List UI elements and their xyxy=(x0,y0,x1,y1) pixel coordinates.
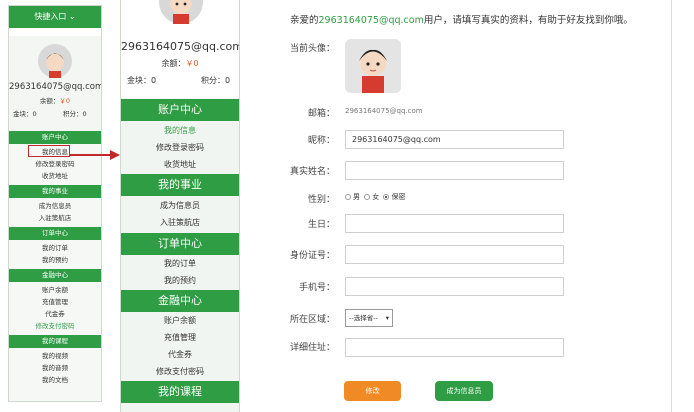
nickname-label: 昵称： xyxy=(307,136,335,146)
quick-entry-label: 快捷入口 xyxy=(34,12,67,21)
welcome-message: 亲爱的2963164075@qq.com用户，请填写真实的资料，有助于好友找到你… xyxy=(290,12,633,26)
mini-nav-item[interactable]: 收货地址 xyxy=(9,170,101,182)
mini-nav-item[interactable]: 我的文档 xyxy=(9,374,101,386)
mini-nav-item[interactable]: 修改支付密码 xyxy=(9,320,101,332)
mini-profile-card: 2963164075@qq.com 余额：￥0 金块：0 积分：0 xyxy=(9,36,101,132)
sidebar-item-pay-password[interactable]: 修改支付密码 xyxy=(121,363,239,380)
become-informant-button[interactable]: 成为信息员 xyxy=(435,381,493,401)
mini-nav-item[interactable]: 成为信息员 xyxy=(9,200,101,212)
highlight-box xyxy=(28,145,70,157)
mini-nav-item[interactable]: 代金券 xyxy=(9,308,101,320)
region-select[interactable]: --选择省-- ▾ xyxy=(345,309,393,327)
quick-entry-button[interactable]: 快捷入口 ⌄ xyxy=(9,6,101,28)
gender-female-label: 女 xyxy=(372,193,380,201)
sidebar-balance: 余额：￥0 xyxy=(121,58,239,69)
nav-header-finance: 金融中心 xyxy=(121,290,239,312)
nav-header-career: 我的事业 xyxy=(121,174,239,196)
nav-header-courses: 我的课程 xyxy=(121,381,239,403)
realname-input[interactable] xyxy=(345,161,564,180)
mini-nav-header: 账户中心 xyxy=(9,131,101,144)
mini-nav-item[interactable]: 入驻策航店 xyxy=(9,212,101,224)
region-select-value: --选择省-- xyxy=(349,314,378,322)
balance-label: 余额： xyxy=(161,59,186,68)
mini-nav-item[interactable]: 账户余额 xyxy=(9,284,101,296)
content-border xyxy=(671,0,672,412)
gender-secret-label: 保密 xyxy=(391,193,406,201)
email-label: 邮箱： xyxy=(307,109,335,119)
mini-nav-item[interactable]: 我的订单 xyxy=(9,242,101,254)
avatar-label: 当前头像： xyxy=(289,44,335,54)
mini-nav-header: 我的事业 xyxy=(9,185,101,198)
mini-nav-item[interactable]: 我的视频 xyxy=(9,350,101,362)
gender-label: 性别： xyxy=(307,195,335,205)
sidebar-item-my-info[interactable]: 我的信息 xyxy=(121,122,239,139)
mini-sidebar-preview: 快捷入口 ⌄ 2963164075@qq.com 余额：￥0 金块：0 积分：0… xyxy=(8,5,102,402)
chevron-down-icon: ▾ xyxy=(385,314,389,322)
phone-input[interactable] xyxy=(345,277,564,296)
gender-male-radio[interactable] xyxy=(345,194,351,200)
birthday-label: 生日： xyxy=(307,220,335,230)
sidebar-avatar xyxy=(159,0,203,24)
address-label: 详细住址： xyxy=(289,343,335,353)
mini-nav-item[interactable]: 我的预约 xyxy=(9,254,101,266)
sidebar: 2963164075@qq.com 余额：￥0 金块：0 积分：0 账户中心 我… xyxy=(120,0,240,412)
balance-value: ￥0 xyxy=(185,59,199,68)
region-label: 所在区域： xyxy=(289,315,335,325)
mini-nav-item[interactable]: 充值管理 xyxy=(9,296,101,308)
sidebar-points: 积分：0 xyxy=(201,76,231,85)
mini-nav-header: 订单中心 xyxy=(9,227,101,240)
nav-header-account: 账户中心 xyxy=(121,99,239,121)
sidebar-item-my-appointments[interactable]: 我的预约 xyxy=(121,272,239,289)
mini-nav-item[interactable]: 我的音频 xyxy=(9,362,101,374)
current-avatar[interactable] xyxy=(345,39,401,93)
idcard-input[interactable] xyxy=(345,245,564,264)
gender-male-label: 男 xyxy=(353,193,360,201)
gender-options: 男 女 保密 xyxy=(343,192,405,202)
mini-points: 积分：0 xyxy=(63,110,87,118)
phone-label: 手机号： xyxy=(298,283,335,293)
mini-avatar xyxy=(38,44,72,78)
sidebar-email: 2963164075@qq.com xyxy=(121,40,240,53)
email-value: 2963164075@qq.com xyxy=(345,107,423,115)
mini-balance: 余额：￥0 xyxy=(9,95,101,105)
sidebar-item-join-store[interactable]: 入驻策航店 xyxy=(121,214,239,231)
mini-coin: 金块：0 xyxy=(13,110,37,118)
nav-header-orders: 订单中心 xyxy=(121,233,239,255)
nickname-input[interactable]: 2963164075@qq.com xyxy=(345,130,564,149)
idcard-label: 身份证号： xyxy=(289,251,335,261)
sidebar-coin: 金块：0 xyxy=(127,76,157,85)
address-input[interactable] xyxy=(345,338,564,357)
sidebar-item-address[interactable]: 收货地址 xyxy=(121,156,239,173)
avatar-image xyxy=(359,49,387,93)
mini-email: 2963164075@qq.com xyxy=(9,82,102,92)
pointer-arrow-icon xyxy=(70,150,120,160)
birthday-input[interactable] xyxy=(345,214,564,233)
welcome-email: 2963164075@qq.com xyxy=(318,15,424,26)
sidebar-item-my-orders[interactable]: 我的订单 xyxy=(121,255,239,272)
gender-secret-radio[interactable] xyxy=(383,194,390,200)
sidebar-item-recharge[interactable]: 充值管理 xyxy=(121,329,239,346)
sidebar-item-balance[interactable]: 账户余额 xyxy=(121,312,239,329)
gender-female-radio[interactable] xyxy=(364,194,371,200)
welcome-suffix: 用户，请填写真实的资料，有助于好友找到你哦。 xyxy=(423,15,633,26)
save-button[interactable]: 修改 xyxy=(344,381,401,401)
welcome-prefix: 亲爱的 xyxy=(290,15,319,26)
mini-balance-value: ￥0 xyxy=(59,97,71,105)
realname-label: 真实姓名： xyxy=(289,167,335,177)
sidebar-item-voucher[interactable]: 代金券 xyxy=(121,346,239,363)
mini-nav-header: 金融中心 xyxy=(9,269,101,282)
mini-nav-header: 我的课程 xyxy=(9,335,101,348)
mini-balance-label: 余额： xyxy=(39,97,60,105)
sidebar-item-change-password[interactable]: 修改登录密码 xyxy=(121,139,239,156)
sidebar-item-become-informant[interactable]: 成为信息员 xyxy=(121,197,239,214)
